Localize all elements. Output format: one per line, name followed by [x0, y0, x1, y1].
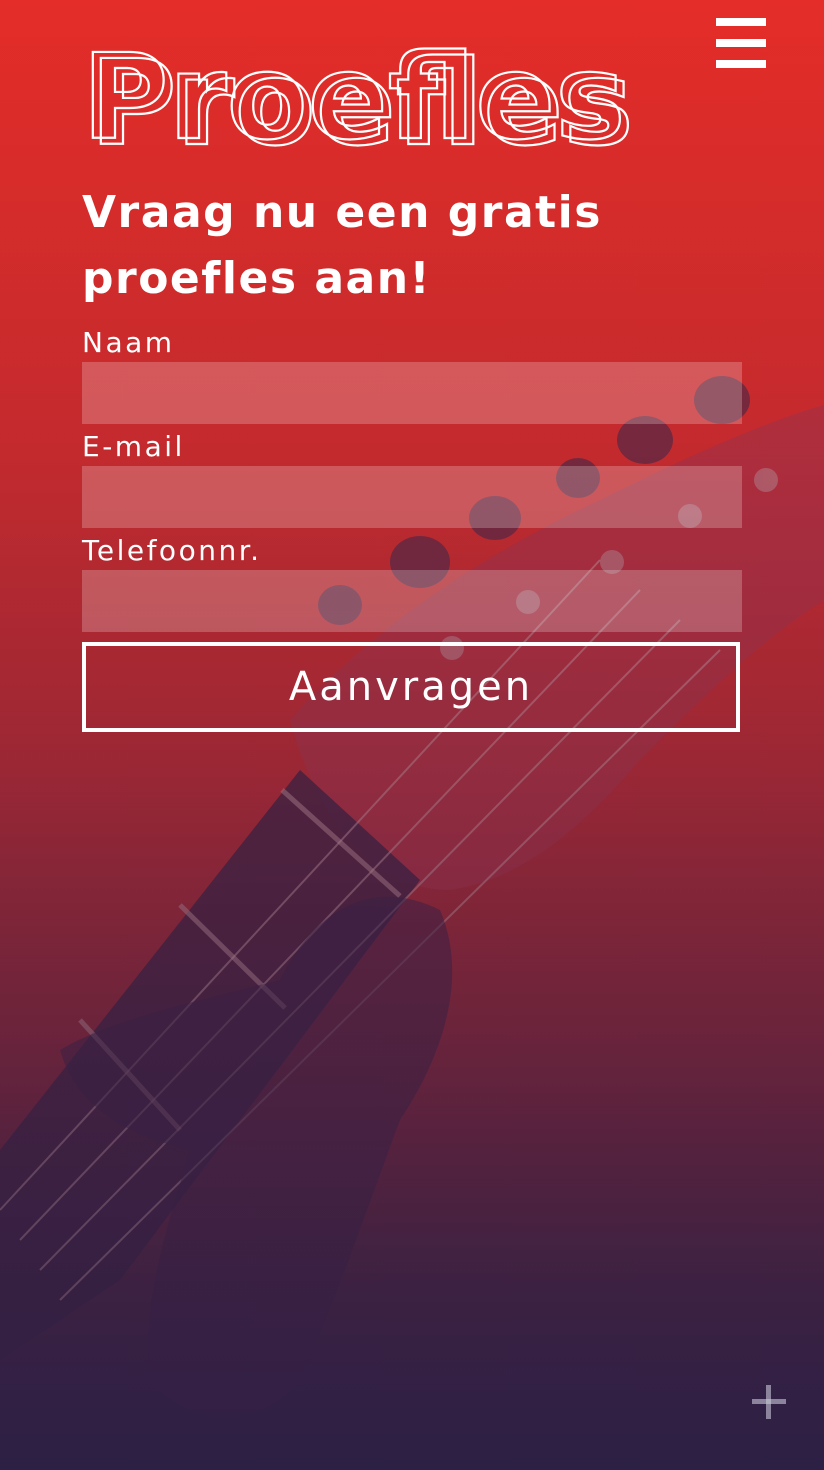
phone-label: Telefoonnr. [82, 534, 262, 567]
name-field[interactable] [82, 362, 742, 424]
phone-field[interactable] [82, 570, 742, 632]
trial-lesson-form: Naam E-mail Telefoonnr. [82, 324, 742, 636]
menu-bar-bottom [716, 60, 766, 68]
plus-icon-vertical [766, 1385, 771, 1419]
menu-bar-middle [716, 39, 766, 47]
hamburger-menu-icon[interactable] [716, 18, 766, 68]
page: Proefles Proefles Vraag nu een gratis pr… [0, 0, 824, 1470]
email-label: E-mail [82, 430, 185, 463]
logo-text-echo: Proefles [90, 34, 634, 172]
page-heading: Vraag nu een gratis proefles aan! [82, 180, 682, 312]
name-label: Naam [82, 326, 175, 359]
submit-button[interactable]: Aanvragen [82, 642, 740, 732]
email-field[interactable] [82, 466, 742, 528]
plus-icon[interactable] [752, 1385, 786, 1419]
heading-line-2: proefles aan! [82, 253, 432, 304]
menu-bar-top [716, 18, 766, 26]
logo: Proefles Proefles [81, 27, 635, 173]
heading-line-1: Vraag nu een gratis [82, 187, 602, 238]
